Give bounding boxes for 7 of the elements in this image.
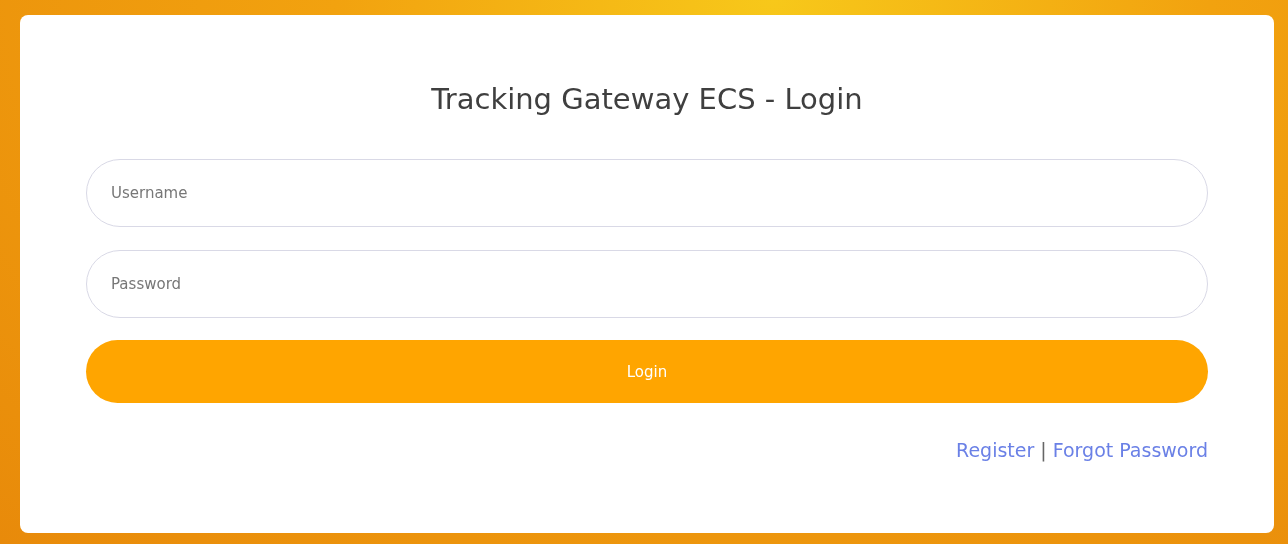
separator: |	[1040, 439, 1047, 461]
input-field[interactable]: Password	[86, 250, 1208, 318]
link[interactable]: Register	[956, 439, 1035, 461]
page-title: Tracking Gateway ECS - Login	[430, 81, 864, 118]
link[interactable]: Forgot Password	[1052, 439, 1208, 461]
login-button[interactable]: Login	[86, 340, 1208, 403]
input-field[interactable]: Username	[86, 159, 1208, 227]
